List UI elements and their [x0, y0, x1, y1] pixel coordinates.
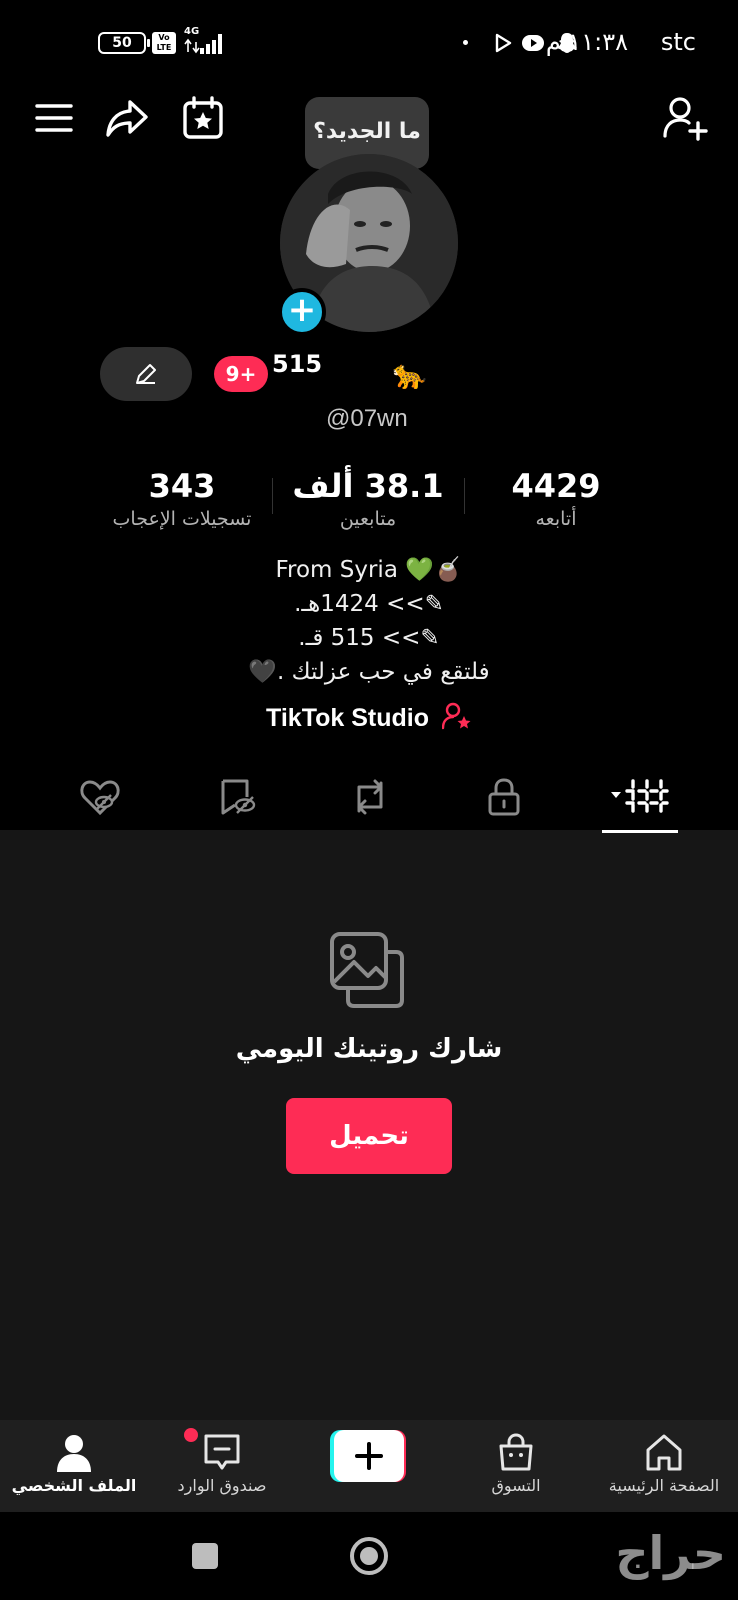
- notification-badge[interactable]: 9+: [214, 356, 268, 392]
- name-emoji: 🐆: [392, 358, 427, 391]
- reposts-tab[interactable]: [340, 770, 400, 824]
- private-videos-tab[interactable]: [474, 770, 534, 824]
- carrier-name: stc: [660, 28, 696, 56]
- home-icon: [646, 1434, 682, 1471]
- plus-icon: [330, 1430, 406, 1482]
- photos-icon: [330, 932, 404, 1008]
- inbox-notification-dot: [184, 1428, 198, 1442]
- bio-line-4: فلتقع في حب عزلتك .🖤: [248, 659, 490, 685]
- nav-home[interactable]: الصفحة الرئيسية: [594, 1428, 734, 1508]
- recent-apps-button[interactable]: [192, 1543, 218, 1569]
- likes-count: 343: [148, 467, 216, 505]
- following-label: أتابعه: [535, 508, 577, 530]
- volte-badge: Vo LTE: [152, 32, 176, 54]
- bio-line-3: ✎>> 515 قـ.: [298, 625, 440, 651]
- calendar-star-icon[interactable]: [180, 94, 226, 142]
- create-button[interactable]: [330, 1430, 410, 1482]
- edit-profile-button[interactable]: [100, 347, 192, 401]
- home-button-dot: [360, 1547, 378, 1565]
- hamburger-menu-icon[interactable]: [30, 96, 78, 140]
- liked-videos-tab[interactable]: [70, 770, 130, 824]
- studio-label: TikTok Studio: [266, 704, 429, 732]
- grid-icon: [611, 779, 669, 815]
- status-bar: 50 Vo LTE 4G ١١:٣٨ م stc: [0, 26, 738, 62]
- add-story-button[interactable]: +: [278, 288, 326, 336]
- youtube-icon: [522, 35, 544, 51]
- pencil-icon: [136, 364, 156, 384]
- nav-profile[interactable]: الملف الشخصي: [4, 1428, 144, 1508]
- watermark-logo: حراج: [615, 1526, 726, 1580]
- bio-line-1: From Syria 💚🧉: [275, 557, 463, 583]
- add-friend-icon[interactable]: [660, 94, 712, 142]
- tiktok-studio-link[interactable]: TikTok Studio: [0, 702, 738, 733]
- creator-star-icon: [441, 702, 471, 730]
- likes-stat[interactable]: 343 تسجيلات الإعجاب: [82, 466, 282, 532]
- battery-indicator: 50: [98, 32, 150, 54]
- favorites-hidden-icon: [221, 779, 256, 815]
- nav-inbox-label: صندوق الوارد: [177, 1476, 267, 1495]
- following-stat[interactable]: 4429 أتابعه: [456, 466, 656, 532]
- liked-hidden-icon: [80, 780, 120, 816]
- display-name: 515: [272, 350, 323, 378]
- followers-stat[interactable]: 38.1 ألف متابعين: [268, 466, 468, 532]
- share-arrow-icon[interactable]: [102, 96, 152, 140]
- repost-icon: [357, 779, 383, 815]
- profile-icon: [57, 1435, 91, 1472]
- nav-inbox[interactable]: صندوق الوارد: [152, 1428, 292, 1508]
- shopping-bag-icon: [499, 1433, 533, 1471]
- following-count: 4429: [511, 467, 601, 505]
- inbox-icon: [204, 1434, 240, 1470]
- followers-count: 38.1 ألف: [292, 467, 444, 505]
- lock-icon: [488, 778, 520, 816]
- likes-label: تسجيلات الإعجاب: [112, 508, 252, 530]
- upload-button[interactable]: تحميل: [286, 1098, 452, 1174]
- play-store-icon: [495, 33, 512, 53]
- home-button[interactable]: [350, 1537, 388, 1575]
- nav-home-label: الصفحة الرئيسية: [608, 1476, 720, 1495]
- nav-profile-label: الملف الشخصي: [11, 1476, 137, 1495]
- dot-icon: [463, 40, 468, 45]
- followers-label: متابعين: [339, 508, 397, 530]
- nav-shop-label: التسوق: [491, 1476, 541, 1495]
- favorites-tab[interactable]: [208, 770, 268, 824]
- signal-icon: [184, 34, 222, 54]
- empty-state-title: شارك روتينك اليومي: [235, 1034, 503, 1064]
- videos-grid-tab[interactable]: [604, 770, 674, 824]
- active-tab-indicator: [602, 830, 678, 833]
- nav-shop[interactable]: التسوق: [446, 1428, 586, 1508]
- bio-line-2: ✎>> 1424هـ.: [294, 591, 444, 617]
- username[interactable]: @07wn: [326, 405, 408, 433]
- clock: ١١:٣٨ م: [545, 28, 628, 56]
